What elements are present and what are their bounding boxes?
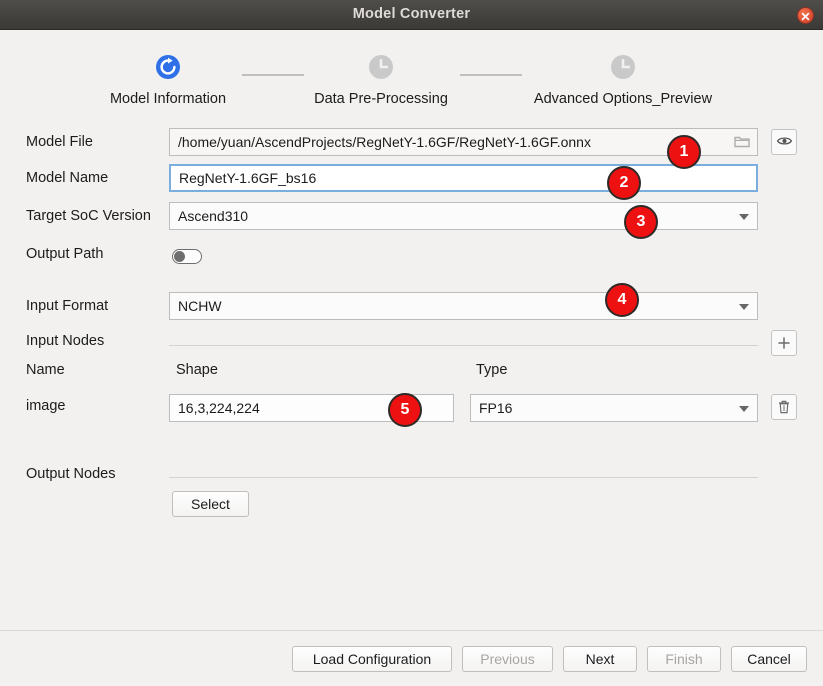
label-model-file: Model File bbox=[26, 134, 93, 150]
target-soc-version-select[interactable]: Ascend310 bbox=[169, 202, 758, 230]
dialog-footer: Load Configuration Previous Next Finish … bbox=[0, 630, 823, 686]
step-advanced-options-preview[interactable]: Advanced Options_Preview bbox=[508, 54, 738, 108]
column-header-name: Name bbox=[26, 362, 65, 378]
annotation-badge-4: 4 bbox=[605, 283, 639, 317]
clock-icon bbox=[610, 54, 636, 80]
add-input-node-button[interactable] bbox=[771, 330, 797, 356]
load-configuration-button[interactable]: Load Configuration bbox=[292, 646, 452, 672]
column-header-shape: Shape bbox=[176, 362, 218, 378]
step-label-model-information: Model Information bbox=[109, 91, 227, 107]
refresh-circle-icon bbox=[155, 54, 181, 80]
label-input-format: Input Format bbox=[26, 298, 109, 314]
input-node-name: image bbox=[26, 398, 66, 414]
cancel-button[interactable]: Cancel bbox=[731, 646, 807, 672]
label-output-nodes: Output Nodes bbox=[26, 466, 116, 482]
clock-icon bbox=[368, 54, 394, 80]
label-model-name: Model Name bbox=[26, 170, 109, 186]
output-path-toggle[interactable] bbox=[172, 249, 202, 264]
input-nodes-divider bbox=[169, 345, 758, 346]
close-icon[interactable] bbox=[797, 7, 814, 24]
model-name-input[interactable]: RegNetY-1.6GF_bs16 bbox=[169, 164, 758, 192]
annotation-badge-2: 2 bbox=[607, 166, 641, 200]
next-button[interactable]: Next bbox=[563, 646, 637, 672]
chevron-down-icon bbox=[739, 304, 749, 310]
label-output-path: Output Path bbox=[26, 246, 104, 262]
column-header-type: Type bbox=[476, 362, 508, 378]
step-data-pre-processing[interactable]: Data Pre-Processing bbox=[266, 54, 496, 108]
input-node-type-select[interactable]: FP16 bbox=[470, 394, 758, 422]
dialog-content: Model Information Data Pre-Processing Ad… bbox=[0, 30, 823, 630]
step-label-advanced-options-preview: Advanced Options_Preview bbox=[533, 91, 713, 107]
previous-button: Previous bbox=[462, 646, 553, 672]
plus-icon bbox=[772, 335, 796, 351]
wizard-stepper: Model Information Data Pre-Processing Ad… bbox=[0, 30, 823, 122]
toggle-knob bbox=[174, 251, 185, 262]
folder-icon[interactable] bbox=[733, 133, 751, 154]
input-format-select[interactable]: NCHW bbox=[169, 292, 758, 320]
annotation-badge-3: 3 bbox=[624, 205, 658, 239]
finish-button: Finish bbox=[647, 646, 721, 672]
select-output-nodes-button[interactable]: Select bbox=[172, 491, 249, 517]
model-converter-window: Model Converter Model Information Data P… bbox=[0, 0, 823, 686]
output-nodes-divider bbox=[169, 477, 758, 478]
annotation-badge-5: 5 bbox=[388, 393, 422, 427]
label-target-soc-version: Target SoC Version bbox=[26, 208, 151, 224]
trash-icon bbox=[772, 399, 796, 415]
step-model-information[interactable]: Model Information bbox=[53, 54, 283, 108]
delete-input-node-button[interactable] bbox=[771, 394, 797, 420]
chevron-down-icon bbox=[739, 406, 749, 412]
annotation-badge-1: 1 bbox=[667, 135, 701, 169]
label-input-nodes: Input Nodes bbox=[26, 333, 105, 349]
step-label-data-pre-processing: Data Pre-Processing bbox=[314, 91, 448, 107]
preview-model-button[interactable] bbox=[771, 129, 797, 155]
chevron-down-icon bbox=[739, 214, 749, 220]
window-titlebar: Model Converter bbox=[0, 0, 823, 30]
eye-icon bbox=[772, 134, 796, 148]
window-title: Model Converter bbox=[352, 6, 471, 22]
